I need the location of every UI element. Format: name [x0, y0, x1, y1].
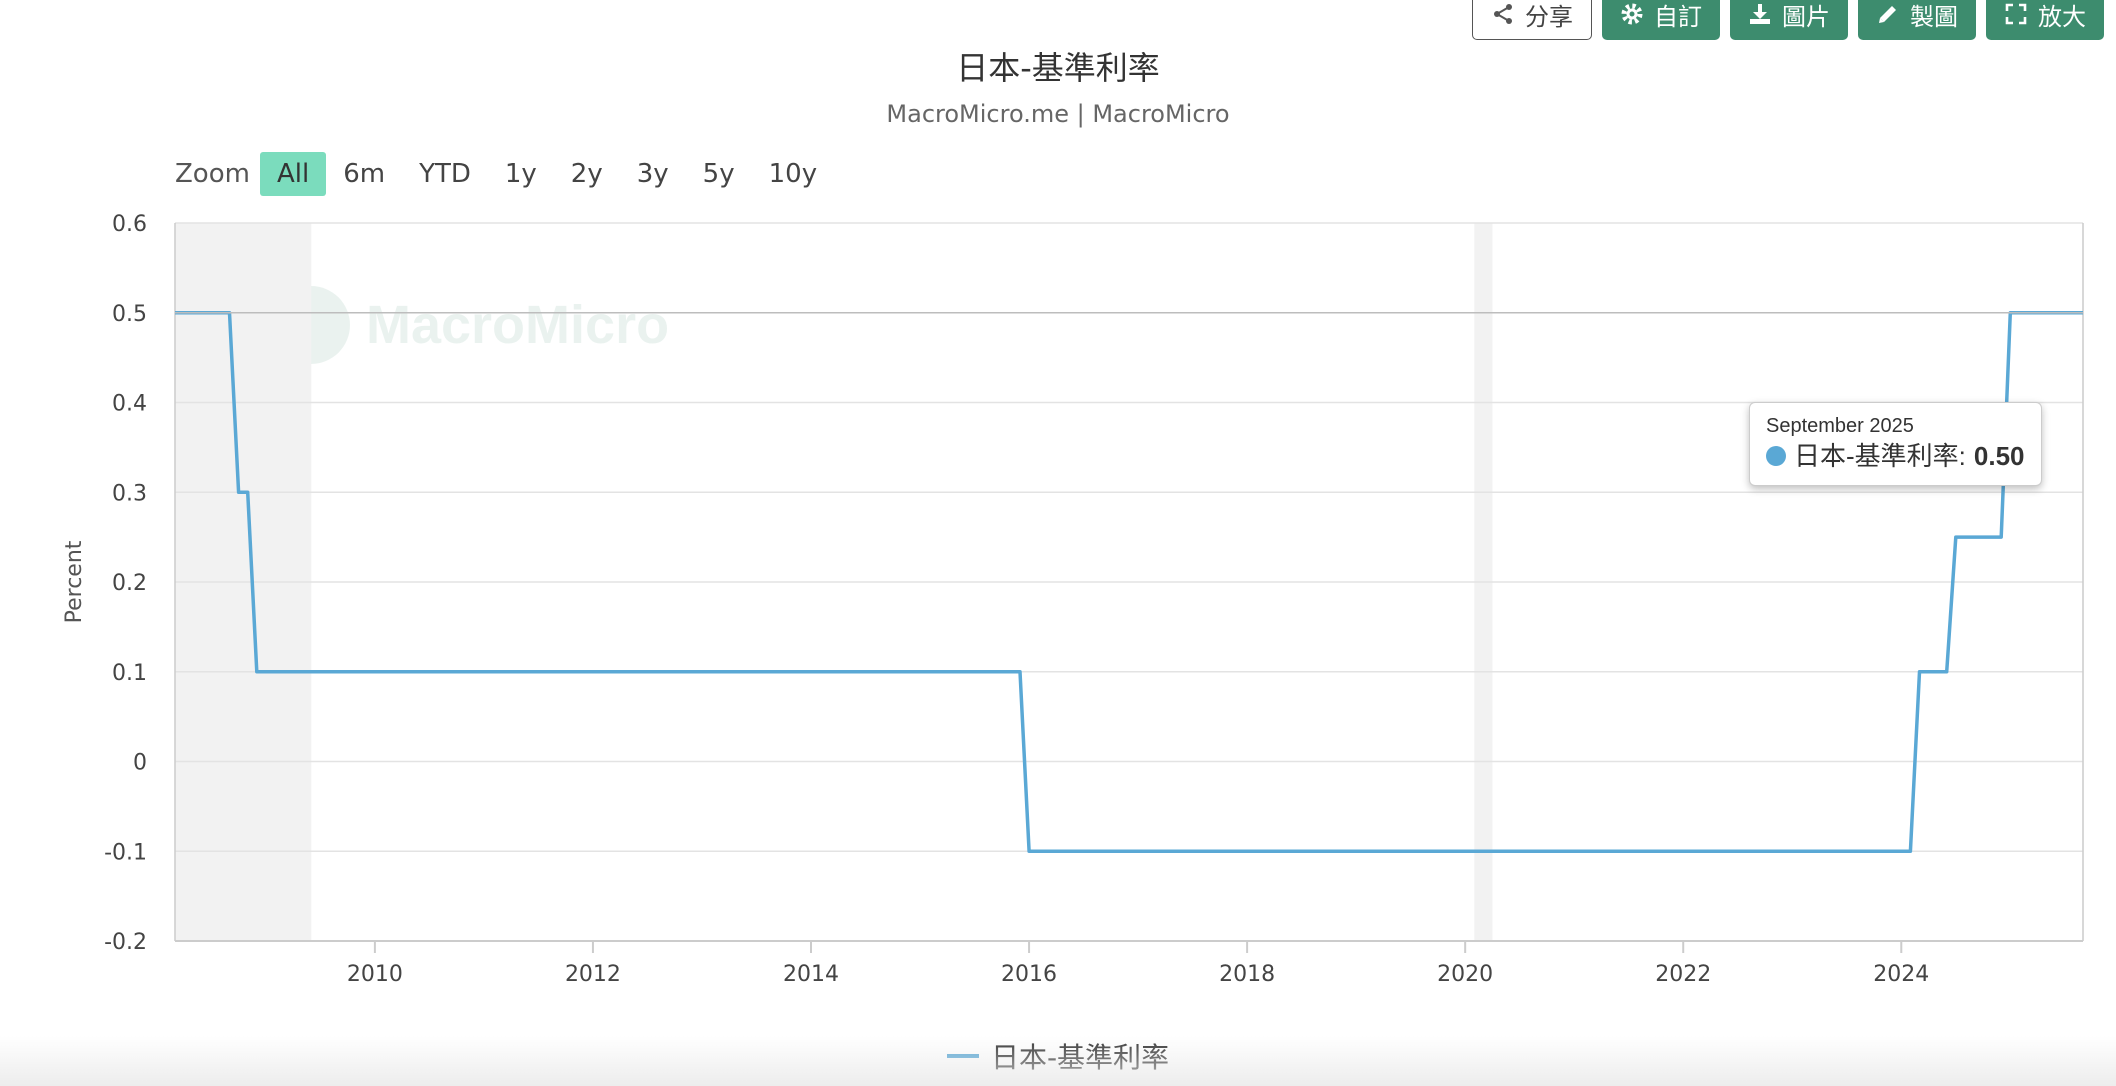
chart-legend[interactable]: 日本-基準利率: [0, 1036, 2116, 1076]
y-tick-label-7: -0.1: [104, 840, 147, 865]
legend-series-name: 日本-基準利率: [990, 1041, 1170, 1074]
legend-swatch: [946, 1054, 979, 1058]
x-tick-label-5: 2020: [1437, 962, 1493, 987]
y-tick-label-4: 0.2: [112, 571, 147, 596]
tooltip-row: 日本-基準利率: 0.50: [1766, 439, 2025, 473]
tooltip-series-marker: [1766, 446, 1786, 466]
y-tick-label-6: 0: [133, 751, 147, 776]
tooltip-date: September 2025: [1766, 415, 1914, 437]
tooltip-series-name: 日本-基準利率: [1794, 441, 1959, 471]
y-tick-label-3: 0.3: [112, 481, 147, 506]
y-tick-label-1: 0.5: [112, 302, 147, 327]
x-tick-label-0: 2010: [347, 962, 403, 987]
y-axis-title: Percent: [62, 540, 87, 623]
x-tick-label-3: 2016: [1001, 962, 1057, 987]
chart-plot[interactable]: 0.6 0.5 0.4 0.3 0.2 0.1 0 -0.1 -0.2 2010 2012 2014 2…: [0, 0, 2116, 1086]
x-tick-label-4: 2018: [1219, 962, 1275, 987]
y-tick-label-5: 0.1: [112, 661, 147, 686]
x-tick-label-7: 2024: [1873, 962, 1929, 987]
y-tick-label-8: -0.2: [104, 930, 147, 955]
x-tick-label-2: 2014: [783, 962, 839, 987]
x-tick-label-6: 2022: [1655, 962, 1711, 987]
y-tick-label-2: 0.4: [112, 392, 147, 417]
y-tick-label-0: 0.6: [112, 212, 147, 237]
chart-tooltip: September 2025 日本-基準利率: 0.50: [1749, 402, 2042, 486]
x-tick-label-1: 2012: [565, 962, 621, 987]
tooltip-value: 0.50: [1973, 441, 2025, 471]
